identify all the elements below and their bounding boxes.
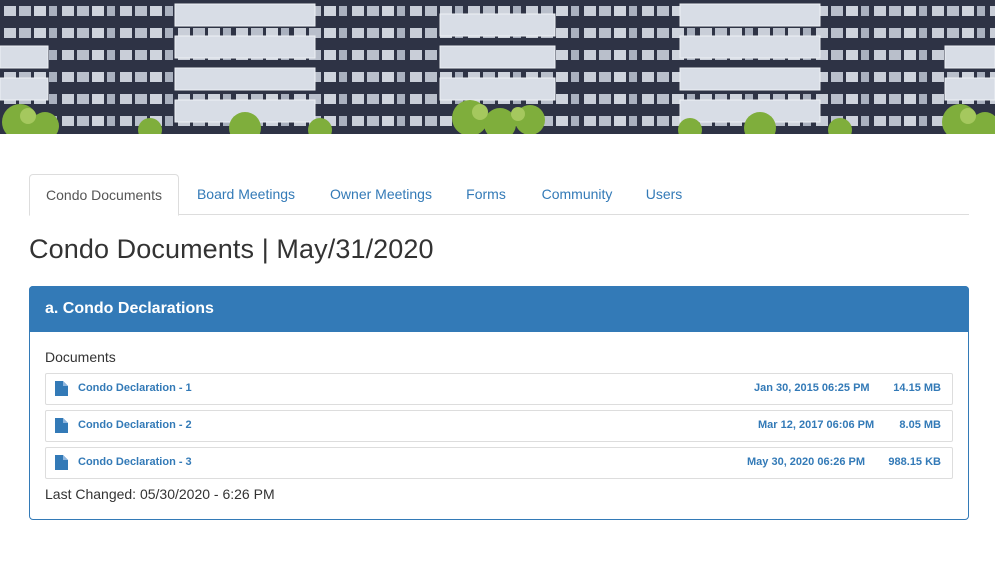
tab-board-meetings[interactable]: Board Meetings [188,174,304,215]
document-date: Jan 30, 2015 06:25 PM [754,382,870,394]
document-row[interactable]: Condo Declaration - 3 May 30, 2020 06:26… [45,447,953,479]
condo-declarations-panel: a. Condo Declarations Documents Condo De… [29,286,969,520]
document-name-link[interactable]: Condo Declaration - 2 [78,411,192,440]
tab-forms[interactable]: Forms [458,174,514,215]
document-name-link[interactable]: Condo Declaration - 3 [78,448,192,477]
document-size: 8.05 MB [899,419,941,431]
documents-label: Documents [45,349,116,365]
document-size: 988.15 KB [888,456,941,468]
panel-heading[interactable]: a. Condo Declarations [29,286,969,332]
nav-tabs: Condo Documents Board Meetings Owner Mee… [29,174,969,216]
tab-community[interactable]: Community [532,174,622,215]
tab-users[interactable]: Users [638,174,690,215]
tab-condo-documents[interactable]: Condo Documents [29,174,179,216]
document-name-link[interactable]: Condo Declaration - 1 [78,374,192,403]
page-title: Condo Documents | May/31/2020 [29,234,434,264]
document-date: May 30, 2020 06:26 PM [747,456,866,468]
header-banner-image [0,0,995,134]
document-row[interactable]: Condo Declaration - 1 Jan 30, 2015 06:25… [45,373,953,405]
file-icon [55,455,68,470]
last-changed-text: Last Changed: 05/30/2020 - 6:26 PM [45,486,275,502]
document-row[interactable]: Condo Declaration - 2 Mar 12, 2017 06:06… [45,410,953,442]
document-date: Mar 12, 2017 06:06 PM [758,419,875,431]
file-icon [55,381,68,396]
file-icon [55,418,68,433]
tab-owner-meetings[interactable]: Owner Meetings [321,174,441,215]
document-size: 14.15 MB [893,382,941,394]
